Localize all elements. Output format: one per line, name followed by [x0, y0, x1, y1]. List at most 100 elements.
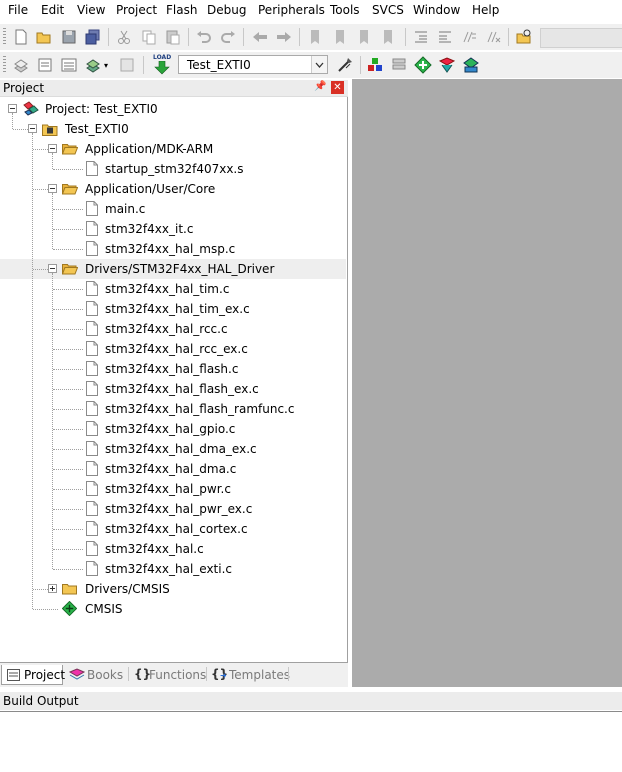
next-bookmark-icon[interactable] [355, 28, 373, 46]
save-icon[interactable] [60, 28, 78, 46]
undo-icon[interactable] [195, 28, 213, 46]
project-tab-icon [7, 669, 20, 681]
expand-icon[interactable] [48, 584, 57, 593]
build-output-title: Build Output [3, 694, 79, 708]
translate-icon[interactable] [12, 56, 30, 74]
load-label: LOAD [153, 54, 172, 61]
find-combo[interactable] [540, 28, 622, 48]
tree-connector [53, 409, 83, 410]
cut-icon[interactable] [115, 28, 133, 46]
toolbar-separator [508, 28, 509, 46]
tree-connector [33, 609, 58, 610]
build-output-pane[interactable] [0, 711, 622, 772]
tree-connector [53, 489, 83, 490]
prev-bookmark-icon[interactable] [331, 28, 349, 46]
collapse-icon[interactable] [48, 184, 57, 193]
toolbar-grip[interactable] [3, 28, 6, 46]
find-in-files-icon[interactable] [515, 28, 533, 46]
collapse-icon[interactable] [48, 144, 57, 153]
toolbar-grip[interactable] [3, 56, 6, 74]
rebuild-icon[interactable] [60, 56, 78, 74]
tree-connector [53, 369, 83, 370]
redo-icon[interactable] [219, 28, 237, 46]
build-icon[interactable] [36, 56, 54, 74]
uncomment-icon[interactable] [484, 28, 502, 46]
collapse-icon[interactable] [48, 264, 57, 273]
menu-debug[interactable]: Debug [207, 3, 246, 17]
chevron-down-icon[interactable] [311, 56, 327, 73]
menu-tools[interactable]: Tools [330, 3, 360, 17]
comment-icon[interactable] [460, 28, 478, 46]
pack-installer-icon[interactable] [462, 56, 480, 74]
toolbar-separator [108, 28, 109, 46]
download-arrow-icon [154, 61, 170, 75]
tab-templates[interactable]: {} ➜ Templates [210, 665, 290, 685]
project-panel-tabs: Project Books {} Functions {} ➜ Template… [0, 662, 348, 687]
file-icon [86, 401, 98, 416]
open-folder-icon[interactable] [35, 28, 53, 46]
tree-group[interactable]: Drivers/CMSIS [0, 579, 346, 599]
tree-connector [52, 273, 53, 569]
tree-item-label: Drivers/CMSIS [85, 582, 170, 596]
books-manage-icon[interactable] [390, 56, 408, 74]
file-icon [86, 201, 98, 216]
menu-peripherals[interactable]: Peripherals [258, 3, 325, 17]
target-icon [42, 124, 58, 136]
build-toolbar: ▾ LOAD Test_EXTI0 [0, 52, 622, 78]
tab-project[interactable]: Project [1, 665, 65, 685]
tree-connector [53, 449, 83, 450]
target-select[interactable]: Test_EXTI0 [178, 55, 328, 74]
collapse-icon[interactable] [8, 104, 17, 113]
tree-item-label: stm32f4xx_hal_exti.c [105, 562, 232, 576]
editor-area[interactable] [352, 79, 622, 687]
tab-separator [288, 667, 289, 681]
tree-root-project[interactable]: Project: Test_EXTI0 [0, 99, 346, 119]
clear-bookmarks-icon[interactable] [379, 28, 397, 46]
file-extensions-icon[interactable] [366, 56, 384, 74]
batch-build-dropdown-icon[interactable]: ▾ [104, 61, 108, 70]
menu-help[interactable]: Help [472, 3, 499, 17]
tree-item-label: Drivers/STM32F4xx_HAL_Driver [85, 262, 275, 276]
folder-open-icon [62, 264, 78, 275]
tree-target[interactable]: Test_EXTI0 [0, 119, 346, 139]
batch-build-icon[interactable] [84, 56, 102, 74]
save-all-icon[interactable] [84, 28, 102, 46]
tree-connector [53, 249, 83, 250]
menu-svcs[interactable]: SVCS [372, 3, 404, 17]
menu-window[interactable]: Window [413, 3, 460, 17]
tab-separator [128, 667, 129, 681]
target-options-icon[interactable] [336, 56, 354, 74]
new-file-icon[interactable] [12, 28, 30, 46]
close-icon[interactable]: ✕ [331, 81, 344, 94]
file-icon [86, 381, 98, 396]
target-select-value: Test_EXTI0 [187, 58, 251, 72]
tab-books[interactable]: Books [66, 665, 128, 685]
copy-icon[interactable] [140, 28, 158, 46]
nav-forward-icon[interactable] [275, 28, 293, 46]
indent-icon[interactable] [412, 28, 430, 46]
templates-arrow-icon: ➜ [220, 671, 227, 680]
manage-runtime-icon[interactable] [414, 56, 432, 74]
tree-item-label: stm32f4xx_hal_rcc_ex.c [105, 342, 248, 356]
menu-edit[interactable]: Edit [41, 3, 64, 17]
file-icon [86, 461, 98, 476]
select-packs-icon[interactable] [438, 56, 456, 74]
paste-icon[interactable] [164, 28, 182, 46]
tree-item-label: stm32f4xx_hal_dma_ex.c [105, 442, 257, 456]
menu-project[interactable]: Project [116, 3, 157, 17]
bookmark-icon[interactable] [306, 28, 324, 46]
menu-view[interactable]: View [77, 3, 105, 17]
unindent-icon[interactable] [436, 28, 454, 46]
tree-connector [33, 269, 48, 270]
tree-connector [53, 529, 83, 530]
tab-functions[interactable]: {} Functions [132, 665, 206, 685]
tree-item-label: stm32f4xx_hal.c [105, 542, 204, 556]
menu-flash[interactable]: Flash [166, 3, 197, 17]
pin-icon[interactable]: 📌 [314, 81, 326, 93]
nav-back-icon[interactable] [251, 28, 269, 46]
menu-file[interactable]: File [8, 3, 28, 17]
stop-build-icon[interactable] [118, 56, 136, 74]
collapse-icon[interactable] [28, 124, 37, 133]
folder-open-icon [62, 184, 78, 195]
download-button[interactable]: LOAD [150, 54, 174, 76]
